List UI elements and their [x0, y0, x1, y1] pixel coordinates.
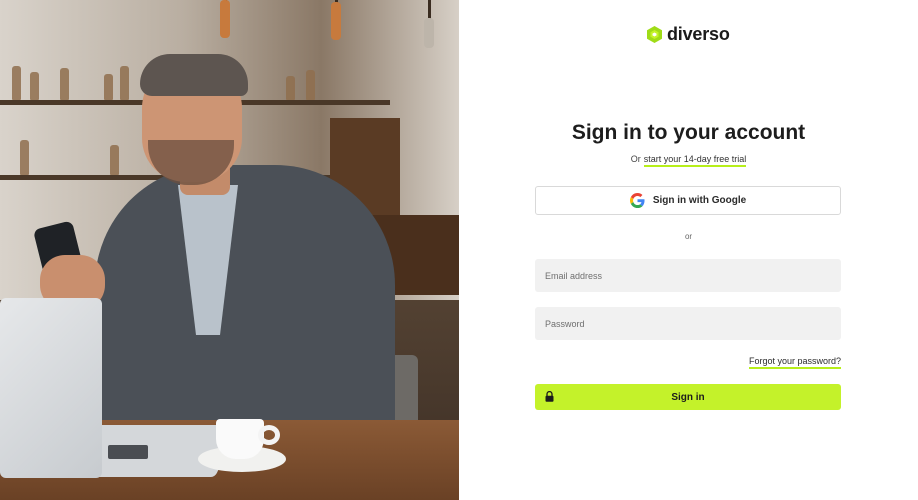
brand-name: diverso	[667, 24, 730, 44]
person-hair	[140, 54, 248, 96]
signin-button-label: Sign in	[671, 391, 705, 403]
lock-icon	[545, 391, 554, 402]
bottle	[60, 68, 69, 100]
trial-subtitle: Or start your 14-day free trial	[459, 154, 918, 167]
cup-handle	[258, 425, 280, 445]
subtitle-prefix: Or	[630, 154, 641, 164]
hexagon-logo-icon	[647, 26, 662, 43]
page-title: Sign in to your account	[571, 121, 806, 144]
laptop	[0, 298, 102, 478]
laptop-keyboard	[108, 445, 148, 459]
person-jacket	[95, 165, 395, 455]
free-trial-link[interactable]: start your 14-day free trial	[643, 154, 747, 167]
brand-logo[interactable]: diverso	[647, 24, 730, 45]
or-divider: or	[684, 232, 693, 241]
pendant-lamp	[220, 0, 230, 38]
signin-button[interactable]: Sign in	[535, 384, 841, 410]
bottle	[104, 74, 113, 100]
bottle	[20, 140, 29, 175]
bottle	[110, 145, 119, 175]
google-signin-button[interactable]: Sign in with Google	[535, 186, 841, 215]
signin-panel: diverso Sign in to your account Or start …	[459, 0, 918, 500]
bottle	[120, 66, 129, 100]
bottle	[306, 70, 315, 100]
bottle	[12, 66, 21, 100]
google-button-label: Sign in with Google	[652, 195, 747, 206]
forgot-password-link[interactable]: Forgot your password?	[748, 356, 841, 369]
email-field[interactable]	[535, 259, 841, 292]
pendant-lamp	[331, 2, 341, 40]
coffee-cup	[216, 419, 264, 459]
bottle	[286, 76, 295, 100]
bottle	[30, 72, 39, 100]
google-g-icon	[629, 193, 645, 208]
password-field[interactable]	[535, 307, 841, 340]
hero-photo	[0, 0, 459, 500]
pendant-lamp	[424, 18, 434, 48]
